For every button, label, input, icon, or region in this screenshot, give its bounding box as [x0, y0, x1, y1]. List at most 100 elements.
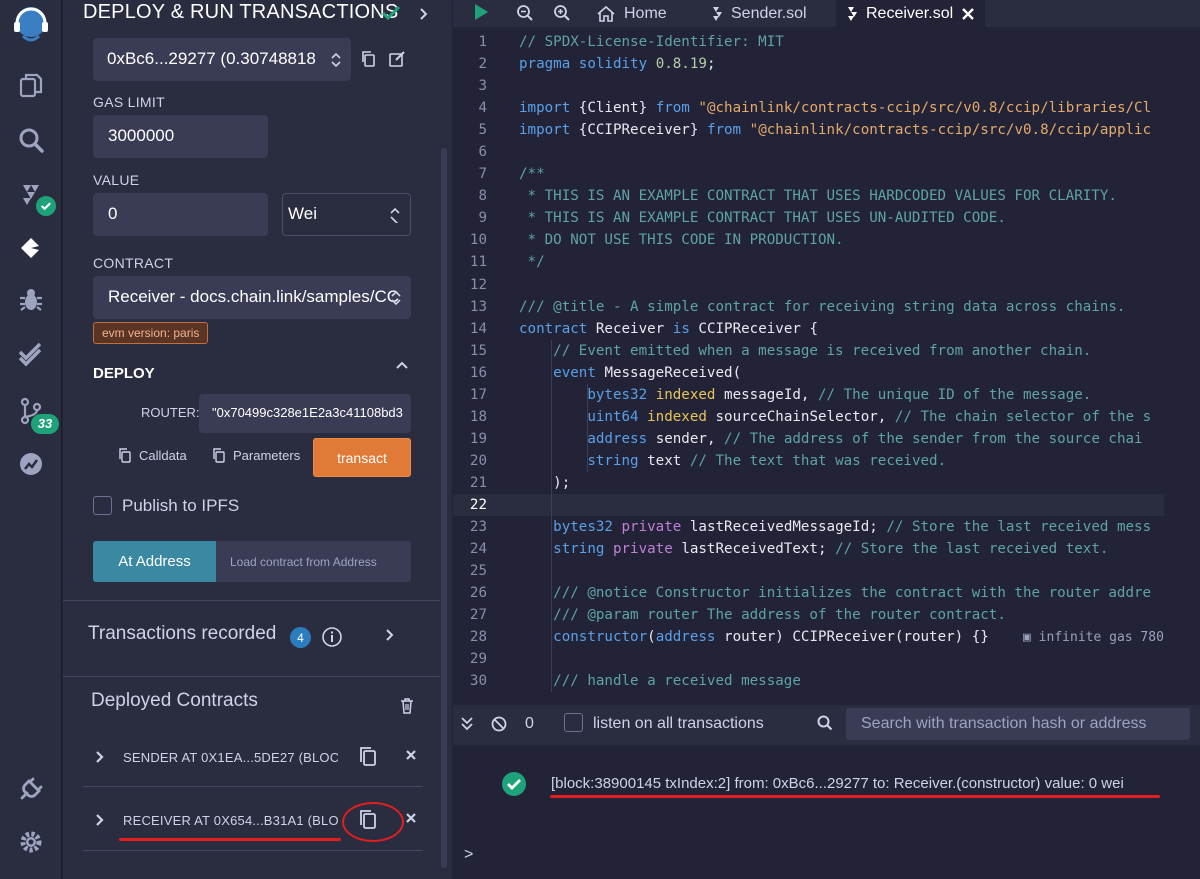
- code-line: 28 constructor(address router) CCIPRecei…: [453, 626, 1164, 648]
- analytics-icon[interactable]: [12, 445, 50, 483]
- line-number: 10: [469, 232, 487, 249]
- calldata-button[interactable]: Calldata: [118, 448, 187, 463]
- publish-ipfs-checkbox[interactable]: [93, 496, 112, 515]
- line-number: 7: [478, 166, 487, 183]
- value-unit-select[interactable]: Wei: [282, 193, 411, 236]
- line-number: 29: [469, 651, 487, 668]
- zoom-out-icon[interactable]: [516, 4, 534, 22]
- chevron-right-icon[interactable]: [95, 813, 105, 827]
- code-line: 24 string private lastReceivedText; // S…: [453, 538, 1164, 560]
- gas-estimate: ▣ infinite gas 780: [1023, 630, 1164, 646]
- line-number: 30: [469, 673, 487, 690]
- chevron-right-icon[interactable]: [385, 628, 395, 642]
- deployed-contract-row[interactable]: SENDER AT 0X1EA...5DE27 (BLOC: [83, 732, 423, 786]
- debugger-icon[interactable]: [12, 281, 50, 319]
- transactions-recorded-title[interactable]: Transactions recorded: [88, 623, 276, 645]
- at-address-button[interactable]: At Address: [93, 541, 216, 582]
- transaction-log-entry[interactable]: [block:38900145 txIndex:2] from: 0xBc6..…: [551, 775, 1124, 792]
- code-line: 18 uint64 indexed sourceChainSelector, /…: [453, 406, 1164, 428]
- indent-guide: [587, 383, 588, 472]
- gas-limit-label: GAS LIMIT: [93, 94, 165, 110]
- tab-home[interactable]: Home: [596, 0, 667, 27]
- compiled-ok-icon: [36, 196, 56, 216]
- code-line: 10 * DO NOT USE THIS CODE IN PRODUCTION.: [453, 229, 1164, 251]
- line-number: 4: [478, 100, 487, 117]
- panel-scrollbar[interactable]: [441, 148, 447, 868]
- close-icon[interactable]: [405, 749, 417, 761]
- copy-icon: [213, 448, 225, 463]
- line-number: 2: [478, 56, 487, 73]
- value-input[interactable]: 0: [93, 193, 268, 236]
- code-line: 22: [453, 493, 1164, 517]
- load-contract-address-input[interactable]: Load contract from Address: [216, 541, 411, 582]
- line-number: 5: [478, 122, 487, 139]
- router-input[interactable]: "0x70499c328e1E2a3c41108bd3: [199, 394, 411, 433]
- remix-logo-icon[interactable]: [8, 2, 54, 48]
- clear-console-icon[interactable]: [491, 716, 507, 732]
- status-check-icon: [381, 5, 401, 21]
- console-prompt[interactable]: >: [464, 846, 473, 864]
- line-number: 17: [469, 386, 487, 403]
- line-number: 21: [469, 474, 487, 491]
- close-tab-icon[interactable]: [961, 7, 975, 21]
- router-label: ROUTER:: [141, 405, 200, 420]
- line-number: 3: [478, 78, 487, 95]
- line-number: 20: [469, 452, 487, 469]
- line-number: 25: [469, 563, 487, 580]
- code-editor[interactable]: 1// SPDX-License-Identifier: MIT 2 pragma …: [453, 27, 1200, 705]
- select-arrows-icon: [331, 52, 341, 67]
- line-number: 15: [469, 342, 487, 359]
- terminal-output: [block:38900145 txIndex:2] from: 0xBc6..…: [453, 745, 1200, 879]
- line-number: 9: [478, 210, 487, 227]
- transact-button[interactable]: transact: [313, 438, 411, 477]
- publish-ipfs-label: Publish to IPFS: [122, 496, 240, 515]
- annotation-circle: [342, 802, 404, 842]
- plugin-update-badge: 33: [31, 414, 59, 434]
- contract-value: Receiver - docs.chain.link/samples/CC: [108, 287, 399, 306]
- file-explorer-icon[interactable]: [12, 66, 50, 104]
- line-number: 28: [469, 629, 487, 646]
- solidity-icon: [713, 6, 722, 21]
- chevron-right-icon[interactable]: [419, 7, 429, 21]
- line-number: 16: [469, 364, 487, 381]
- zoom-in-icon[interactable]: [553, 4, 571, 22]
- listen-all-checkbox[interactable]: [564, 713, 583, 732]
- line-number: 26: [469, 585, 487, 602]
- listen-all-label: listen on all transactions: [593, 715, 764, 732]
- code-line: 11 */: [453, 251, 1164, 273]
- select-arrows-icon: [391, 290, 401, 305]
- deploy-run-icon[interactable]: [12, 229, 50, 267]
- contract-select[interactable]: Receiver - docs.chain.link/samples/CC: [93, 276, 411, 319]
- trash-icon[interactable]: [400, 697, 414, 714]
- edit-account-icon[interactable]: [388, 50, 406, 68]
- parameters-button[interactable]: Parameters: [212, 448, 300, 463]
- account-value: 0xBc6...29277 (0.30748818: [107, 49, 316, 68]
- tab-sender-sol[interactable]: Sender.sol: [711, 0, 807, 27]
- editor-tab-bar: Home Sender.sol Receiver.sol: [453, 0, 1200, 27]
- chevron-right-icon[interactable]: [95, 750, 105, 764]
- plugin-manager-icon[interactable]: [12, 770, 50, 808]
- account-select[interactable]: 0xBc6...29277 (0.30748818: [93, 38, 351, 81]
- panel-title: DEPLOY & RUN TRANSACTIONS: [83, 1, 399, 23]
- code-line: 7/**: [453, 163, 1164, 185]
- line-number: 8: [478, 188, 487, 205]
- test-icon[interactable]: [12, 335, 50, 373]
- info-icon[interactable]: [321, 626, 343, 648]
- close-icon[interactable]: [405, 812, 417, 824]
- annotation-underline: [119, 838, 341, 841]
- copy-address-icon[interactable]: [359, 746, 377, 768]
- tab-receiver-sol[interactable]: Receiver.sol: [836, 0, 986, 27]
- collapse-terminal-icon[interactable]: [461, 717, 473, 731]
- copy-icon: [119, 448, 131, 463]
- value-label: VALUE: [93, 172, 140, 188]
- settings-icon[interactable]: [12, 823, 50, 861]
- tab-label: Home: [624, 4, 667, 22]
- search-icon[interactable]: [12, 121, 50, 159]
- run-script-icon[interactable]: [473, 3, 489, 21]
- gas-limit-input[interactable]: 3000000: [93, 115, 268, 158]
- deployed-contract-name: SENDER AT 0X1EA...5DE27 (BLOC: [123, 750, 338, 765]
- copy-account-icon[interactable]: [360, 50, 376, 68]
- chevron-up-icon[interactable]: [395, 360, 409, 370]
- code-line: 23 bytes32 private lastReceivedMessageId…: [453, 516, 1164, 538]
- transaction-search-input[interactable]: Search with transaction hash or address: [846, 708, 1190, 740]
